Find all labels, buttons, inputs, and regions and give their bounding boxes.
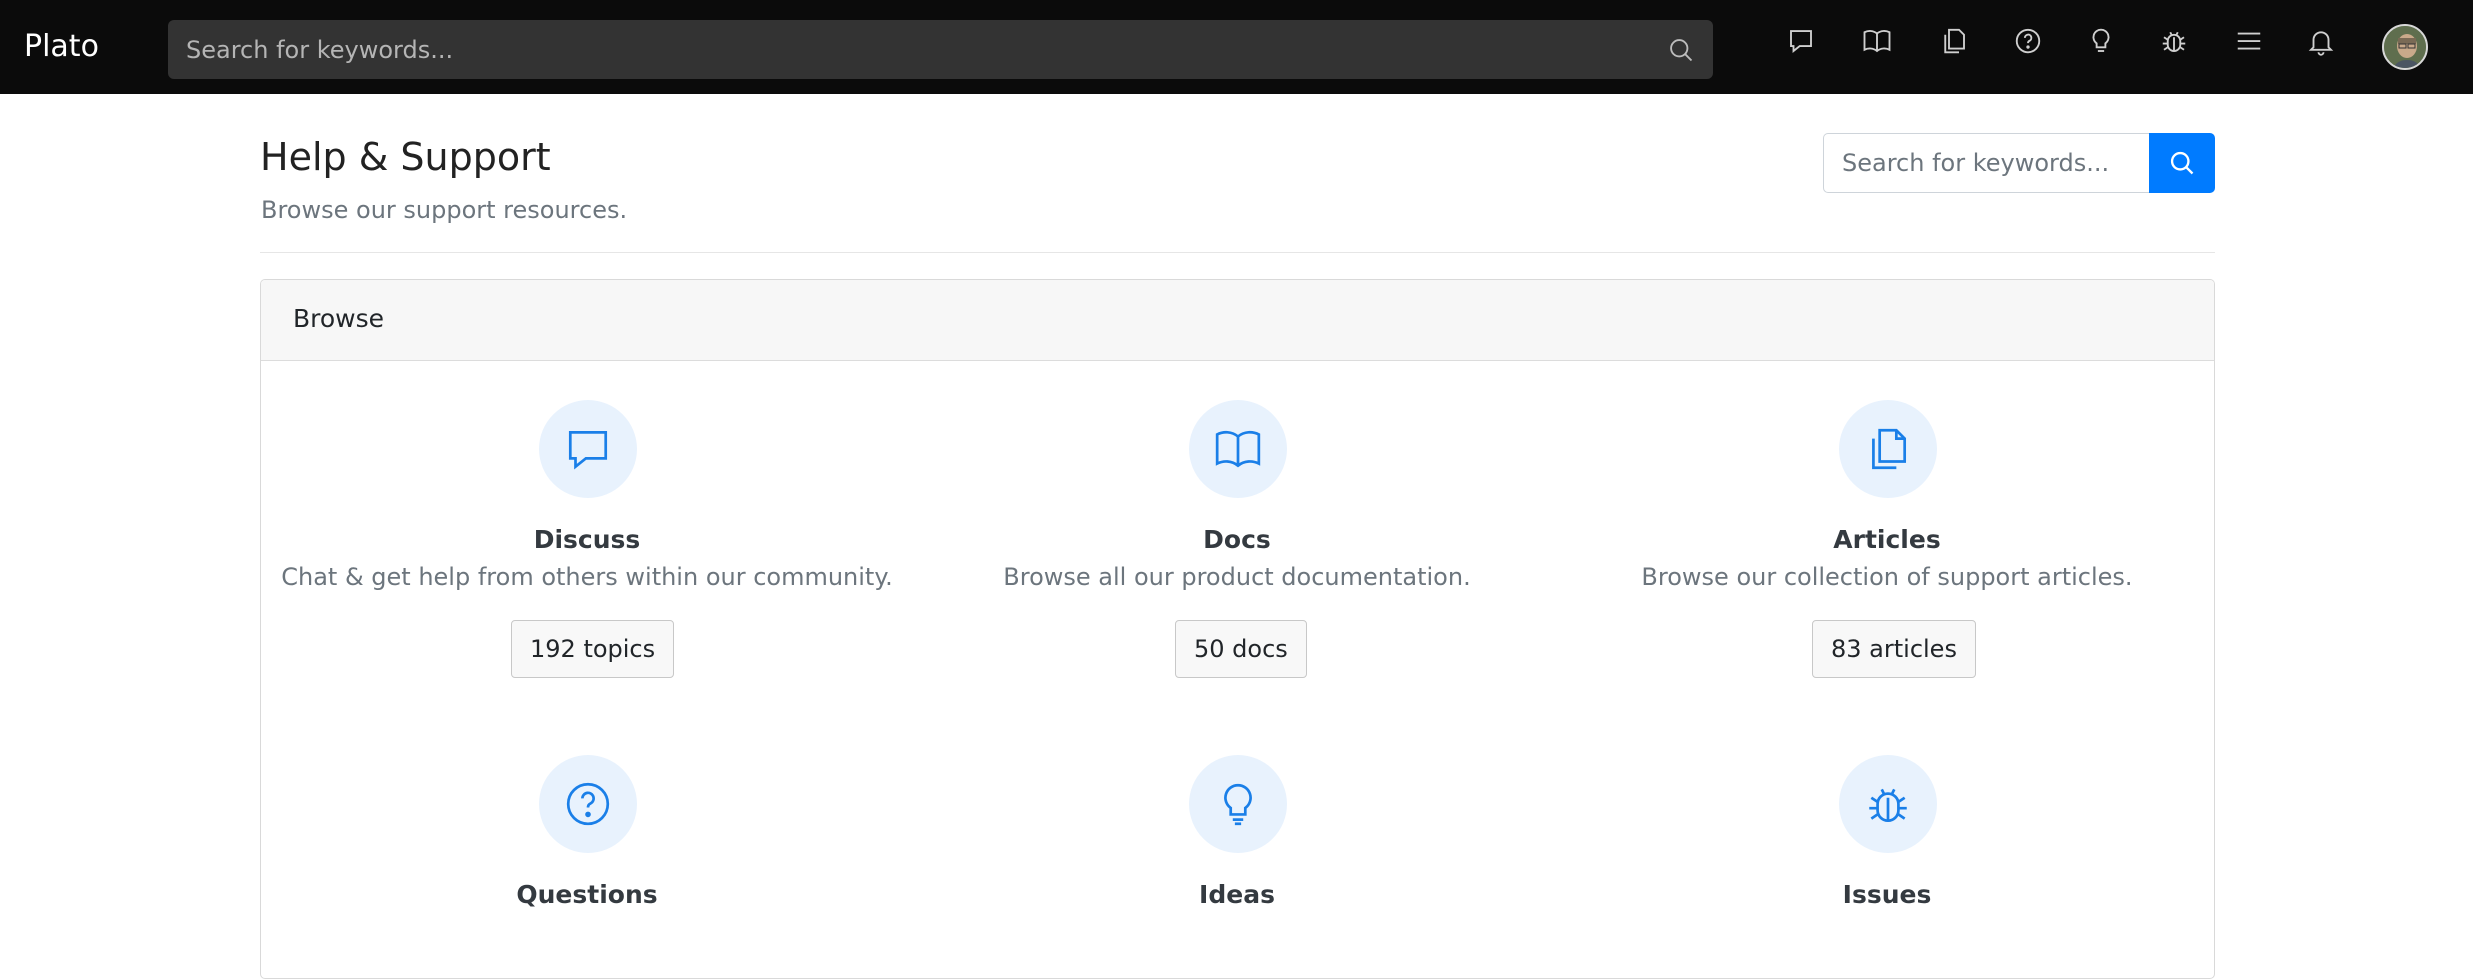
browse-card: Browse Discuss Chat & get help from othe… <box>260 279 2215 979</box>
tile-title: Docs <box>1203 525 1271 554</box>
card-header: Browse <box>261 280 2214 361</box>
chat-icon[interactable] <box>1786 26 1816 56</box>
book-icon[interactable] <box>1862 26 1892 56</box>
bug-icon <box>1839 755 1937 853</box>
tile-description: Browse all our product documentation. <box>1003 563 1471 591</box>
bell-icon[interactable] <box>2306 26 2336 56</box>
search-icon <box>2170 151 2194 175</box>
tile-title: Discuss <box>533 525 641 554</box>
global-search-input[interactable] <box>168 20 1713 79</box>
lightbulb-icon[interactable] <box>2086 26 2116 56</box>
count-button[interactable]: 192 topics <box>511 620 675 678</box>
question-icon[interactable] <box>2013 26 2043 56</box>
page-title: Help & Support <box>260 135 551 179</box>
card-header-title: Browse <box>293 304 385 333</box>
tile-description: Browse our collection of support article… <box>1641 563 2133 591</box>
articles-icon[interactable] <box>1939 26 1969 56</box>
chat-icon <box>539 400 637 498</box>
count-button[interactable]: 50 docs <box>1175 620 1307 678</box>
tile-title: Articles <box>1833 525 1941 554</box>
support-search-input[interactable] <box>1823 133 2149 193</box>
book-icon <box>1189 400 1287 498</box>
count-button[interactable]: 83 articles <box>1812 620 1976 678</box>
tile-description: Chat & get help from others within our c… <box>281 563 893 591</box>
lightbulb-icon <box>1189 755 1287 853</box>
question-icon <box>539 755 637 853</box>
search-button[interactable] <box>2149 133 2215 193</box>
page-subtitle: Browse our support resources. <box>261 196 628 224</box>
header-divider <box>260 252 2215 253</box>
brand-logo[interactable]: Plato <box>24 28 99 66</box>
search-icon[interactable] <box>1667 36 1695 64</box>
global-search <box>168 20 1713 79</box>
list-icon[interactable] <box>2234 26 2264 56</box>
tile-title: Issues <box>1842 880 1932 909</box>
top-navbar: Plato <box>0 0 2473 94</box>
tile-title: Ideas <box>1199 880 1275 909</box>
articles-icon <box>1839 400 1937 498</box>
tile-title: Questions <box>516 880 658 909</box>
bug-icon[interactable] <box>2159 26 2189 56</box>
user-avatar[interactable] <box>2382 24 2428 70</box>
support-search <box>1823 133 2215 193</box>
